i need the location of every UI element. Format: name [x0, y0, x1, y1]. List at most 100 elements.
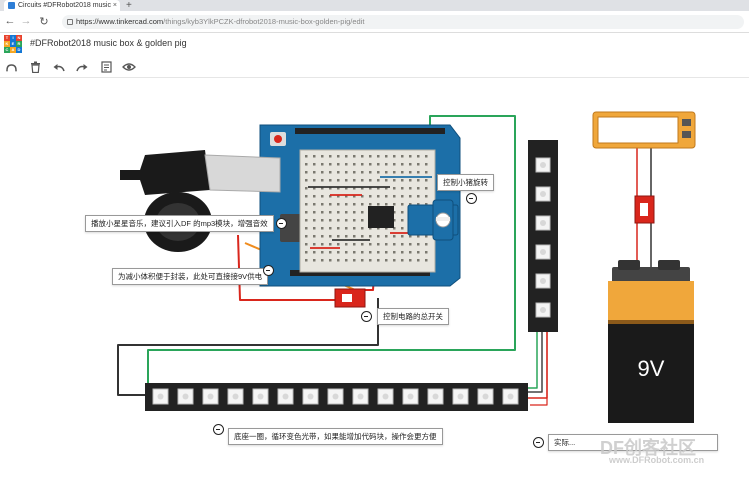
base-led-ring-strip[interactable]	[145, 383, 528, 411]
note-base[interactable]: 底座一圈，循环变色光带，如果能增加代码块，操作会更方便	[228, 428, 443, 445]
breadboard-hole	[409, 195, 412, 198]
breadboard-hole	[401, 235, 404, 238]
forward-icon[interactable]: →	[20, 15, 32, 27]
browser-tab[interactable]: Circuits #DFRobot2018 music ×	[4, 0, 120, 11]
note-servo-collapse-icon[interactable]	[466, 193, 477, 204]
back-icon[interactable]: ←	[4, 15, 16, 27]
power-plug[interactable]	[120, 150, 281, 195]
breadboard-hole	[353, 171, 356, 174]
breadboard-hole	[425, 195, 428, 198]
note-switch-collapse-icon[interactable]	[361, 311, 372, 322]
breadboard-hole	[425, 251, 428, 254]
breadboard-hole	[313, 203, 316, 206]
breadboard-hole	[401, 163, 404, 166]
note-power[interactable]: 为减小体积便于封装，此处可直接接9V供电	[112, 268, 269, 285]
breadboard-hole	[385, 155, 388, 158]
url-field[interactable]: https://www.tinkercad.com/things/kyb3Ylk…	[62, 15, 744, 29]
breadboard-hole	[353, 251, 356, 254]
breadboard-hole	[345, 227, 348, 230]
breadboard-hole	[393, 259, 396, 262]
led-lens	[357, 393, 364, 400]
breadboard-hole	[321, 259, 324, 262]
breadboard-hole	[345, 163, 348, 166]
led-lens	[540, 220, 546, 226]
breadboard-hole	[425, 163, 428, 166]
breadboard-hole	[361, 203, 364, 206]
note-music-collapse-icon[interactable]	[276, 218, 287, 229]
design-title[interactable]: #DFRobot2018 music box & golden pig	[30, 38, 187, 48]
breadboard-hole	[401, 179, 404, 182]
breadboard-hole	[305, 259, 308, 262]
breadboard-hole	[385, 235, 388, 238]
breadboard-hole	[305, 195, 308, 198]
led-lens	[540, 278, 546, 284]
delete-icon[interactable]	[28, 60, 42, 74]
tab-close-icon[interactable]: ×	[113, 0, 117, 11]
breadboard-hole	[305, 155, 308, 158]
breadboard-hole	[337, 259, 340, 262]
breadboard-hole	[425, 243, 428, 246]
9v-battery[interactable]	[608, 260, 694, 423]
breadboard-hole	[353, 227, 356, 230]
breadboard-hole	[329, 235, 332, 238]
led-lens	[157, 393, 164, 400]
note-switch[interactable]: 控制电路的总开关	[377, 308, 449, 325]
breadboard-hole	[345, 203, 348, 206]
breadboard-hole	[353, 163, 356, 166]
breadboard-hole	[305, 187, 308, 190]
breadboard-hole	[329, 179, 332, 182]
breadboard-hole	[401, 195, 404, 198]
breadboard-hole	[377, 203, 380, 206]
breadboard-hole	[345, 179, 348, 182]
breadboard-hole	[313, 211, 316, 214]
ic-chip[interactable]	[368, 206, 394, 228]
breadboard-hole	[409, 243, 412, 246]
breadboard-hole	[417, 251, 420, 254]
url-path: /things/kyb3YlkPCZK-dfrobot2018-music-bo…	[163, 17, 365, 26]
note-bottom-right-collapse-icon[interactable]	[533, 437, 544, 448]
breadboard-hole	[321, 235, 324, 238]
visibility-eye-icon[interactable]	[122, 60, 136, 74]
breadboard-hole	[385, 163, 388, 166]
redo-icon[interactable]	[75, 60, 89, 74]
breadboard-hole	[313, 195, 316, 198]
note-power-collapse-icon[interactable]	[263, 265, 274, 276]
breadboard-hole	[345, 235, 348, 238]
breadboard-hole	[425, 187, 428, 190]
breadboard-hole	[369, 251, 372, 254]
breadboard-hole	[409, 171, 412, 174]
led-lens	[257, 393, 264, 400]
new-tab-button[interactable]: +	[126, 0, 132, 11]
note-music[interactable]: 播放小星星音乐，建议引入DF 的mp3模块，增强音效	[85, 215, 274, 232]
breadboard-hole	[361, 227, 364, 230]
breadboard-hole	[329, 155, 332, 158]
breadboard-hole	[425, 179, 428, 182]
breadboard-hole	[385, 251, 388, 254]
breadboard-hole	[329, 171, 332, 174]
vertical-led-strip[interactable]	[528, 140, 558, 332]
breadboard-hole	[353, 179, 356, 182]
multimeter[interactable]	[592, 111, 696, 149]
breadboard-hole	[385, 203, 388, 206]
undo-icon[interactable]	[52, 60, 66, 74]
breadboard-hole	[305, 243, 308, 246]
servo-motor[interactable]	[407, 199, 459, 241]
breadboard-hole	[345, 251, 348, 254]
breadboard-hole	[361, 179, 364, 182]
reload-icon[interactable]: ↻	[38, 15, 50, 28]
breadboard-hole	[393, 203, 396, 206]
breadboard-hole	[401, 243, 404, 246]
rotate-icon[interactable]	[4, 60, 18, 74]
tinkercad-logo[interactable]: TINKERCAD	[4, 35, 22, 53]
breadboard-hole	[337, 243, 340, 246]
notes-icon[interactable]	[99, 60, 113, 74]
note-base-collapse-icon[interactable]	[213, 424, 224, 435]
battery-voltage-label: 9V	[638, 356, 665, 381]
note-servo[interactable]: 控制小猪旋转	[437, 174, 494, 191]
breadboard-hole	[377, 195, 380, 198]
breadboard-hole	[385, 195, 388, 198]
breadboard-hole	[417, 171, 420, 174]
led-lens	[432, 393, 439, 400]
breadboard-hole	[417, 243, 420, 246]
breadboard-hole	[425, 155, 428, 158]
